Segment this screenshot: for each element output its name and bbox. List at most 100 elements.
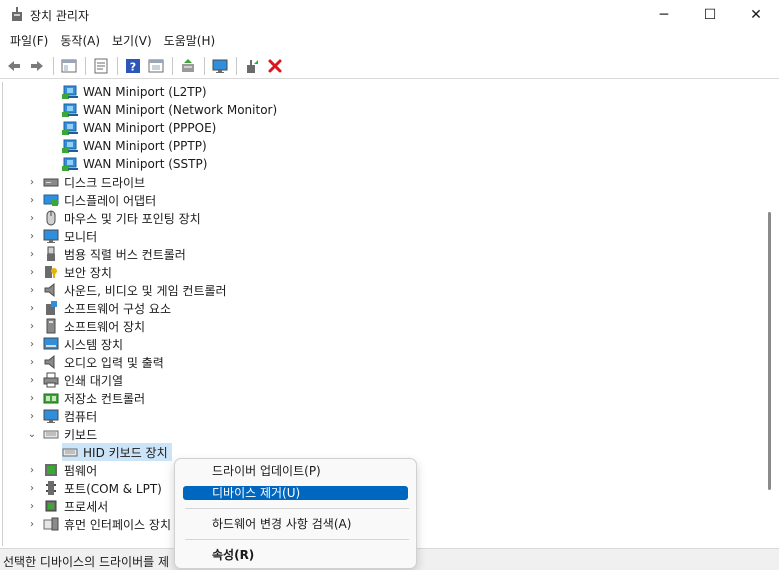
tree-item[interactable]: 디스크 드라이브 <box>43 173 145 191</box>
tree-item-label: 오디오 입력 및 출력 <box>64 355 164 370</box>
tree-item[interactable]: 소프트웨어 장치 <box>43 317 145 335</box>
tree-item[interactable]: 사운드, 비디오 및 게임 컨트롤러 <box>43 281 227 299</box>
uninstall-device-menu-item[interactable]: 디바이스 제거(U) <box>183 486 408 500</box>
show-hide-tree-icon[interactable] <box>58 55 80 77</box>
tree-item-label: 모니터 <box>64 229 98 244</box>
tree-item-label: WAN Miniport (SSTP) <box>83 157 208 171</box>
tree-item-label: 포트(COM & LPT) <box>64 481 162 496</box>
properties-icon[interactable] <box>90 55 112 77</box>
tree-item[interactable]: 인쇄 대기열 <box>43 371 123 389</box>
tree-item-label: WAN Miniport (PPPOE) <box>83 121 217 135</box>
network-adapter-icon <box>62 138 78 154</box>
scan-hardware-label: 하드웨어 변경 사항 검색(A) <box>212 517 352 531</box>
close-button[interactable]: ✕ <box>733 0 779 30</box>
uninstall-device-icon[interactable] <box>264 55 286 77</box>
properties-label: 속성(R) <box>212 548 255 562</box>
chevron-right-icon[interactable]: › <box>26 374 38 386</box>
chevron-right-icon[interactable]: › <box>26 320 38 332</box>
minimize-button[interactable]: ─ <box>641 0 687 30</box>
forward-icon[interactable] <box>26 55 48 77</box>
tree-item[interactable]: 키보드 <box>43 425 97 443</box>
tree-item[interactable]: WAN Miniport (PPTP) <box>62 137 207 155</box>
tree-item[interactable]: 펌웨어 <box>43 461 97 479</box>
chevron-right-icon[interactable]: › <box>26 410 38 422</box>
network-adapter-icon <box>62 102 78 118</box>
chevron-right-icon[interactable]: › <box>26 176 38 188</box>
tree-item[interactable]: 저장소 컨트롤러 <box>43 389 145 407</box>
tree-item[interactable]: 소프트웨어 구성 요소 <box>43 299 171 317</box>
keyboard-icon <box>62 444 78 460</box>
tree-item[interactable]: 시스템 장치 <box>43 335 123 353</box>
tree-item-label: 보안 장치 <box>64 265 112 280</box>
title-bar: 장치 관리자 ─ ☐ ✕ <box>0 0 779 30</box>
chevron-right-icon[interactable]: › <box>26 248 38 260</box>
vertical-scrollbar[interactable] <box>762 82 777 546</box>
chevron-right-icon[interactable]: › <box>26 284 38 296</box>
chevron-right-icon[interactable]: › <box>26 500 38 512</box>
network-adapter-icon <box>62 84 78 100</box>
tree-item-label: 시스템 장치 <box>64 337 124 352</box>
tree-item[interactable]: 휴먼 인터페이스 장치 <box>43 515 171 533</box>
menu-file[interactable]: 파일(F) <box>4 30 54 52</box>
scrollbar-thumb[interactable] <box>768 212 771 490</box>
chevron-right-icon[interactable]: › <box>26 194 38 206</box>
update-driver-icon[interactable] <box>177 55 199 77</box>
menu-help[interactable]: 도움말(H) <box>158 30 222 52</box>
toolbar-separator <box>236 56 237 75</box>
tree-item[interactable]: 범용 직렬 버스 컨트롤러 <box>43 245 186 263</box>
tree-item-label: 인쇄 대기열 <box>64 373 124 388</box>
system-device-icon <box>43 336 59 352</box>
svg-text:?: ? <box>130 60 136 73</box>
maximize-button[interactable]: ☐ <box>687 0 733 30</box>
view-icon[interactable] <box>145 55 167 77</box>
tree-item[interactable]: 모니터 <box>43 227 97 245</box>
tree-item[interactable]: 컴퓨터 <box>43 407 97 425</box>
tree-item[interactable]: WAN Miniport (PPPOE) <box>62 119 216 137</box>
chevron-right-icon[interactable]: › <box>26 230 38 242</box>
tree-item-label: 컴퓨터 <box>64 409 98 424</box>
chevron-right-icon[interactable]: › <box>26 356 38 368</box>
tree-item[interactable]: 보안 장치 <box>43 263 112 281</box>
chevron-right-icon[interactable]: › <box>26 482 38 494</box>
chevron-down-icon[interactable]: ⌄ <box>26 428 38 440</box>
chevron-right-icon[interactable]: › <box>26 464 38 476</box>
tree-item[interactable]: 마우스 및 기타 포인팅 장치 <box>43 209 201 227</box>
scan-hardware-icon[interactable] <box>209 55 231 77</box>
chevron-right-icon[interactable]: › <box>26 212 38 224</box>
tree-item[interactable]: 프로세서 <box>43 497 108 515</box>
chevron-right-icon[interactable]: › <box>26 266 38 278</box>
scan-hardware-menu-item[interactable]: 하드웨어 변경 사항 검색(A) <box>183 517 408 531</box>
chevron-right-icon[interactable]: › <box>26 392 38 404</box>
tree-item-selected[interactable]: HID 키보드 장치 <box>62 443 172 461</box>
tree-item[interactable]: WAN Miniport (SSTP) <box>62 155 207 173</box>
tree-item-label: 디스크 드라이브 <box>64 175 146 190</box>
enable-device-icon[interactable] <box>241 55 263 77</box>
tree-item[interactable]: WAN Miniport (L2TP) <box>62 83 207 101</box>
computer-icon <box>43 408 59 424</box>
hid-icon <box>43 516 59 532</box>
software-device-icon <box>43 318 59 334</box>
tree-item[interactable]: 디스플레이 어댑터 <box>43 191 156 209</box>
toolbar-separator <box>53 56 54 75</box>
menu-action[interactable]: 동작(A) <box>54 30 106 52</box>
toolbar-separator <box>172 56 173 75</box>
display-adapter-icon <box>43 192 59 208</box>
properties-menu-item[interactable]: 속성(R) <box>183 548 408 562</box>
menu-view[interactable]: 보기(V) <box>106 30 158 52</box>
chevron-right-icon[interactable]: › <box>26 518 38 530</box>
tree-item-label: 소프트웨어 구성 요소 <box>64 301 171 316</box>
tree-item-label: 키보드 <box>64 427 98 442</box>
tree-item[interactable]: WAN Miniport (Network Monitor) <box>62 101 277 119</box>
tree-item[interactable]: 포트(COM & LPT) <box>43 479 162 497</box>
back-icon[interactable] <box>3 55 25 77</box>
network-adapter-icon <box>62 120 78 136</box>
tree-item-label: 소프트웨어 장치 <box>64 319 146 334</box>
context-menu-separator <box>185 539 409 540</box>
toolbar-separator <box>204 56 205 75</box>
chevron-right-icon[interactable]: › <box>26 302 38 314</box>
usb-icon <box>43 246 59 262</box>
help-icon[interactable]: ? <box>122 55 144 77</box>
update-driver-menu-item[interactable]: 드라이버 업데이트(P) <box>183 464 408 478</box>
tree-item[interactable]: 오디오 입력 및 출력 <box>43 353 164 371</box>
chevron-right-icon[interactable]: › <box>26 338 38 350</box>
